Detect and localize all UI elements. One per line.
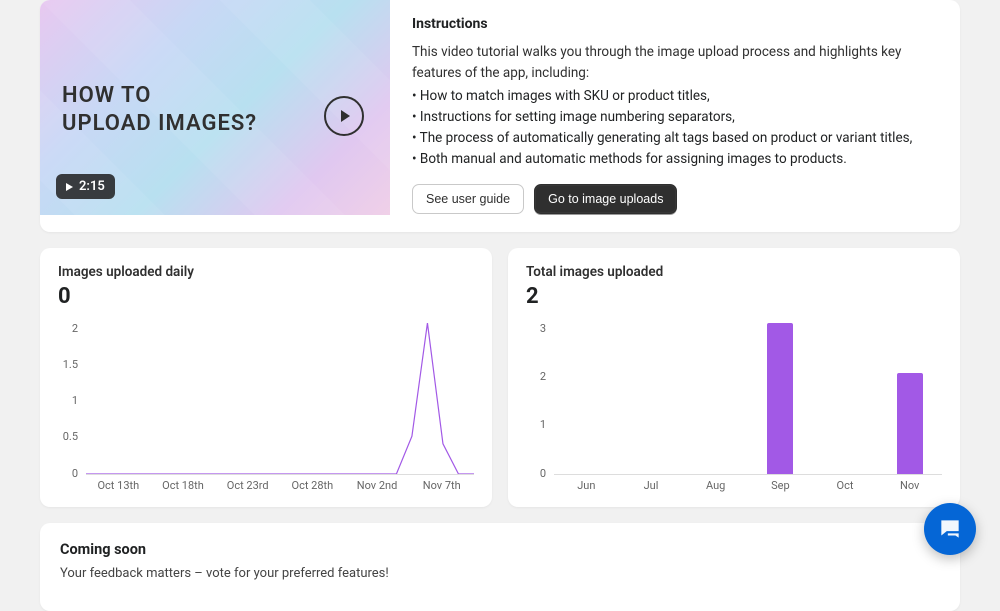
bar-slot — [554, 323, 619, 474]
chart-title: Total images uploaded — [526, 264, 942, 280]
bar — [897, 373, 923, 474]
bar-slot — [877, 323, 942, 474]
chart-title: Images uploaded daily — [58, 264, 474, 280]
x-tick: Sep — [748, 479, 813, 497]
y-tick: 2 — [58, 322, 84, 335]
chart-plot-area — [86, 323, 474, 475]
instructions-heading: Instructions — [412, 16, 938, 32]
coming-soon-heading: Coming soon — [60, 541, 940, 558]
instruction-bullet: • Both manual and automatic methods for … — [412, 149, 938, 170]
chart-total-uploads: Total images uploaded 2 3 2 1 0 JunJulAugSe… — [508, 248, 960, 507]
see-user-guide-button[interactable]: See user guide — [412, 184, 524, 214]
video-duration-badge: 2:15 — [56, 174, 115, 199]
y-tick: 0.5 — [58, 430, 84, 443]
line-chart-svg — [86, 323, 474, 474]
instructions-bullets: • How to match images with SKU or produc… — [412, 86, 938, 170]
chart-plot-area — [554, 323, 942, 475]
y-tick: 1 — [526, 418, 552, 431]
video-thumbnail[interactable]: HOW TO UPLOAD IMAGES? 2:15 — [40, 0, 390, 215]
chat-fab[interactable] — [924, 503, 976, 555]
instructions-pane: Instructions This video tutorial walks y… — [390, 0, 960, 232]
instructions-intro: This video tutorial walks you through th… — [412, 42, 938, 84]
y-tick: 0 — [526, 467, 552, 480]
bar-slot — [683, 323, 748, 474]
chart-headline-value: 0 — [58, 284, 474, 309]
chart-x-axis: JunJulAugSepOctNov — [554, 479, 942, 497]
x-tick: Nov — [877, 479, 942, 497]
x-tick: Oct 28th — [280, 479, 345, 497]
y-tick: 1 — [58, 394, 84, 407]
video-duration: 2:15 — [79, 179, 105, 194]
x-tick: Nov 7th — [409, 479, 474, 497]
x-tick: Oct 18th — [151, 479, 216, 497]
x-tick: Oct 13th — [86, 479, 151, 497]
y-tick: 2 — [526, 370, 552, 383]
x-tick: Aug — [683, 479, 748, 497]
go-to-image-uploads-button[interactable]: Go to image uploads — [534, 184, 677, 214]
x-tick: Jul — [619, 479, 684, 497]
x-tick: Oct 23rd — [215, 479, 280, 497]
bar-slot — [619, 323, 684, 474]
x-tick: Jun — [554, 479, 619, 497]
bar-slot — [748, 323, 813, 474]
chart-y-axis: 21.510.50 — [58, 317, 84, 475]
coming-soon-card: Coming soon Your feedback matters – vote… — [40, 523, 960, 611]
video-title: HOW TO UPLOAD IMAGES? — [62, 82, 257, 137]
y-tick: 0 — [58, 467, 84, 480]
y-tick: 3 — [526, 322, 552, 335]
chart-headline-value: 2 — [526, 284, 942, 309]
chart-x-axis: Oct 13thOct 18thOct 23rdOct 28thNov 2ndN… — [86, 479, 474, 497]
x-tick: Nov 2nd — [345, 479, 410, 497]
play-small-icon — [66, 183, 73, 191]
coming-soon-text: Your feedback matters – vote for your pr… — [60, 566, 940, 581]
y-tick: 1.5 — [58, 358, 84, 371]
chart-y-axis: 3210 — [526, 317, 552, 475]
instruction-bullet: • How to match images with SKU or produc… — [412, 86, 938, 107]
play-icon[interactable] — [324, 96, 364, 136]
bar-slot — [813, 323, 878, 474]
chart-daily-uploads: Images uploaded daily 0 2 1.5 1 0.5 0 Oct 13… — [40, 248, 492, 507]
chat-icon — [937, 516, 963, 542]
hero-card: HOW TO UPLOAD IMAGES? 2:15 Instructions … — [40, 0, 960, 232]
instruction-bullet: • Instructions for setting image numberi… — [412, 107, 938, 128]
instruction-bullet: • The process of automatically generatin… — [412, 128, 938, 149]
x-tick: Oct — [813, 479, 878, 497]
bar — [767, 323, 793, 474]
